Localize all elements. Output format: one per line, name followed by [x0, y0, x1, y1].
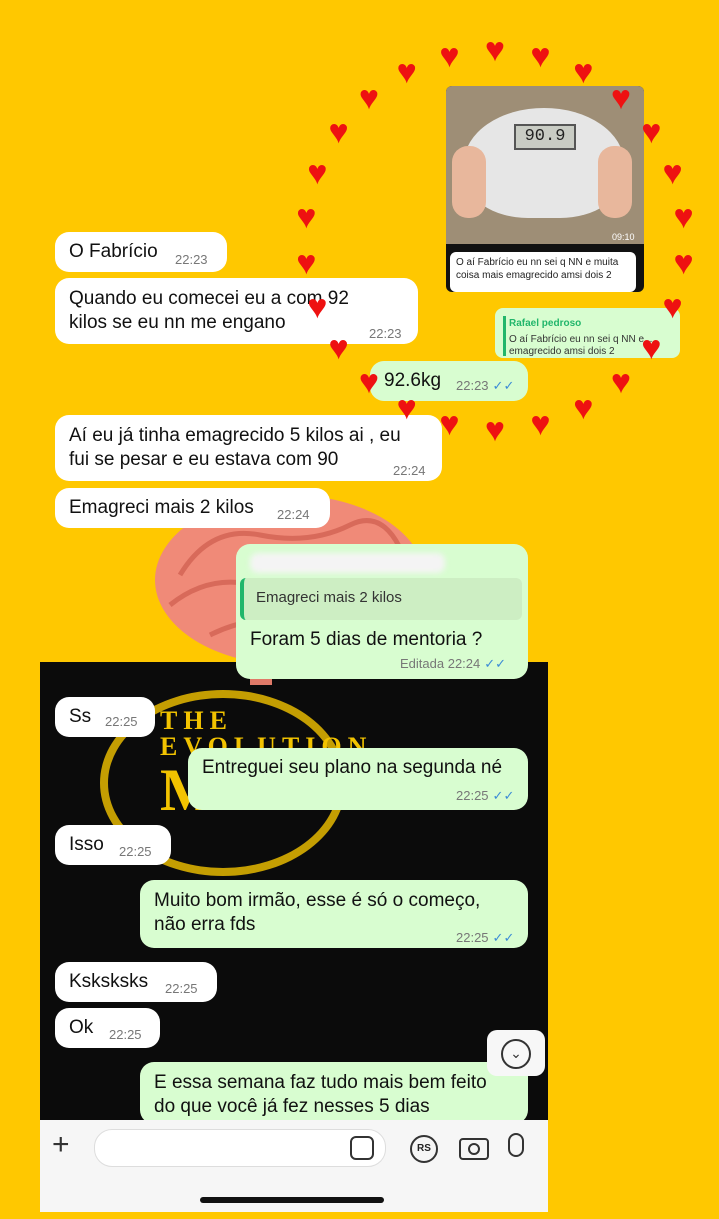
outgoing-message[interactable]: Entreguei seu plano na segunda né 22:25 ✓…	[188, 748, 528, 810]
heart-icon: ♥	[673, 243, 694, 282]
incoming-message[interactable]: Ksksksks 22:25	[55, 962, 217, 1002]
heart-icon: ♥	[307, 153, 328, 192]
blurred-quoted-name	[250, 553, 445, 573]
heart-icon: ♥	[610, 363, 632, 402]
heart-icon: ♥	[358, 363, 380, 402]
heart-icon: ♥	[573, 52, 594, 91]
heart-icon: ♥	[307, 288, 328, 327]
right-foot	[598, 146, 632, 218]
home-indicator	[200, 1197, 384, 1203]
chevron-down-icon: ⌄	[501, 1039, 531, 1069]
quoted-reply[interactable]: Emagreci mais 2 kilos	[240, 578, 522, 620]
plus-icon[interactable]: +	[52, 1128, 70, 1162]
heart-icon: ♥	[662, 153, 683, 192]
heart-icon: ♥	[296, 243, 317, 282]
outgoing-message[interactable]: Muito bom irmão, esse é só o começo, não…	[140, 880, 528, 948]
scroll-to-bottom-button[interactable]: ⌄	[487, 1030, 545, 1076]
heart-icon: ♥	[484, 411, 506, 449]
read-receipt-icon: ✓✓	[492, 788, 515, 803]
incoming-message[interactable]: Ok 22:25	[55, 1008, 160, 1048]
photo-time: 09:10	[612, 232, 635, 242]
message-meta: Editada 22:24 ✓✓	[400, 656, 507, 671]
incoming-message[interactable]: Ss 22:25	[55, 697, 155, 737]
heart-icon: ♥	[328, 328, 349, 367]
heart-icon: ♥	[641, 113, 662, 152]
heart-icon: ♥	[439, 405, 460, 444]
camera-icon[interactable]	[459, 1138, 489, 1160]
heart-icon: ♥	[530, 405, 551, 444]
heart-icon: ♥	[641, 328, 662, 367]
incoming-message[interactable]: Emagreci mais 2 kilos 22:24	[55, 488, 330, 528]
read-receipt-icon: ✓✓	[492, 378, 515, 393]
inset-message: O aí Fabrício eu nn sei q NN e muita coi…	[450, 252, 636, 292]
heart-icon: ♥	[396, 52, 417, 91]
outgoing-message[interactable]: E essa semana faz tudo mais bem feito do…	[140, 1062, 528, 1124]
inset-screenshot: 90.9 09:10 O aí Fabrício eu nn sei q NN …	[446, 86, 644, 292]
heart-icon: ♥	[439, 36, 460, 75]
heart-icon: ♥	[358, 78, 380, 117]
sticker-icon[interactable]	[350, 1136, 374, 1160]
read-receipt-icon: ✓✓	[492, 930, 515, 945]
incoming-message[interactable]: O Fabrício 22:23	[55, 232, 227, 272]
microphone-icon[interactable]	[508, 1133, 524, 1157]
heart-icon: ♥	[396, 389, 417, 428]
read-receipt-icon: ✓✓	[484, 656, 507, 671]
message-text: Foram 5 dias de mentoria ?	[250, 629, 483, 650]
incoming-message[interactable]: Isso 22:25	[55, 825, 171, 865]
incoming-message[interactable]: Quando eu comecei eu a com 92 kilos se e…	[55, 278, 418, 344]
heart-icon: ♥	[573, 389, 594, 428]
heart-icon: ♥	[610, 78, 632, 117]
left-foot	[452, 146, 486, 218]
scale-display: 90.9	[514, 124, 576, 150]
incoming-message[interactable]: Aí eu já tinha emagrecido 5 kilos ai , e…	[55, 415, 442, 481]
payment-icon[interactable]: RS	[410, 1135, 438, 1163]
heart-icon: ♥	[673, 198, 694, 237]
heart-icon: ♥	[662, 288, 683, 327]
message-input[interactable]	[94, 1129, 386, 1167]
heart-icon: ♥	[530, 36, 551, 75]
heart-icon: ♥	[296, 198, 317, 237]
heart-icon: ♥	[328, 113, 349, 152]
heart-icon: ♥	[484, 31, 506, 69]
